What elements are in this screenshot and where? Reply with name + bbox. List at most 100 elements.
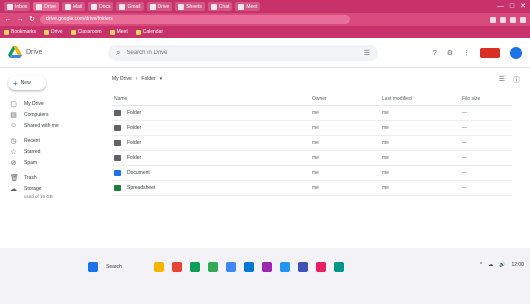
browser-tab[interactable]: Drive [146, 2, 173, 11]
search-input[interactable] [126, 50, 327, 56]
chevron-down-icon[interactable]: ▾ [160, 76, 163, 82]
sidebar-item-recent[interactable]: ◷ Recent [0, 135, 98, 146]
breadcrumb-item[interactable]: Folder [141, 76, 155, 82]
cloud-icon: ☁ [10, 185, 17, 193]
table-row[interactable]: Spreadsheet me me — [112, 181, 512, 196]
reload-icon[interactable]: ↻ [28, 15, 36, 24]
tray-chevron-icon[interactable]: ^ [480, 262, 482, 268]
bookmark-item[interactable]: Calendar [135, 29, 164, 35]
view-controls: ☰ ⓘ [499, 75, 520, 85]
clock[interactable]: 12:00 [511, 262, 524, 268]
app-icon[interactable] [334, 262, 344, 272]
table-row[interactable]: Document me me — [112, 166, 512, 181]
bookmark-item[interactable]: Bookmarks [4, 29, 36, 35]
app-icon[interactable] [316, 262, 326, 272]
tab-favicon-icon [7, 3, 13, 10]
table-row[interactable]: Folder me me — [112, 136, 512, 151]
start-icon[interactable] [88, 262, 98, 272]
column-header[interactable]: Last modified [382, 96, 462, 102]
file-size: — [462, 110, 467, 116]
browser-tab[interactable]: Meet [235, 2, 261, 11]
list-view-icon[interactable]: ☰ [499, 75, 505, 85]
browser-tab[interactable]: Gmail [116, 2, 144, 11]
browser-tab-label: Docs [99, 3, 111, 10]
profile-icon[interactable] [520, 16, 526, 23]
file-name: Spreadsheet [127, 185, 156, 191]
starred-icon: ☆ [10, 148, 17, 156]
column-header[interactable]: Owner [312, 96, 382, 102]
bookmark-item[interactable]: Drive [44, 29, 63, 35]
sidebar-item-shared-with-me[interactable]: ☺ Shared with me [0, 120, 98, 131]
photos-icon[interactable] [262, 262, 272, 272]
mail-icon[interactable] [244, 262, 254, 272]
storage-usage-text: used of 15 GB [24, 194, 53, 199]
browser-tab[interactable]: Drive [33, 2, 59, 11]
taskbar-search[interactable]: Search [106, 264, 146, 270]
account-badge[interactable] [480, 48, 500, 58]
table-row[interactable]: Folder me me — [112, 106, 512, 121]
close-icon[interactable]: ✕ [520, 2, 526, 11]
browser-tab[interactable]: Chat [207, 2, 233, 11]
main-content: My Drive › Folder ▾ ☰ ⓘ Name Owner Last modif… [100, 68, 530, 248]
address-bar: ← → ↻ drive.google.com/drive/folders [0, 13, 530, 26]
minimize-icon[interactable]: — [497, 2, 504, 11]
file-name-cell: Folder [112, 140, 312, 146]
edge-icon[interactable] [190, 262, 200, 272]
store-icon[interactable] [226, 262, 236, 272]
sidebar-item-storage[interactable]: ☁ Storage [0, 183, 98, 194]
help-icon[interactable]: ? [433, 50, 437, 57]
file-name-cell: Folder [112, 125, 312, 131]
back-icon[interactable]: ← [4, 15, 12, 24]
table-row[interactable]: Folder me me — [112, 151, 512, 166]
forward-icon[interactable]: → [16, 15, 24, 24]
file-name-cell: Spreadsheet [112, 185, 312, 191]
avatar[interactable] [510, 47, 522, 59]
bookmark-label: Calendar [142, 29, 164, 35]
url-field[interactable]: drive.google.com/drive/folders [40, 15, 350, 24]
file-size: — [462, 125, 467, 131]
file-owner: me [312, 110, 319, 116]
maximize-icon[interactable]: □ [510, 2, 514, 11]
apps-icon[interactable]: ⋮ [463, 49, 470, 57]
app-icon[interactable] [280, 262, 290, 272]
sidebar-item-label: My Drive [24, 100, 44, 107]
extension-icon[interactable] [500, 16, 506, 23]
drive-logo[interactable]: Drive [8, 46, 42, 58]
sidebar-item-starred[interactable]: ☆ Starred [0, 146, 98, 157]
app-icon[interactable] [298, 262, 308, 272]
table-row[interactable]: Folder me me — [112, 121, 512, 136]
new-button[interactable]: + New [8, 76, 46, 90]
bookmarks-bar: Bookmarks Drive Classroom Meet Calendar [0, 26, 530, 38]
folder-icon [114, 110, 121, 116]
info-icon[interactable]: ⓘ [513, 75, 520, 85]
browser-tab[interactable]: Mail [61, 2, 86, 11]
browser-tab[interactable]: Sheets [175, 2, 205, 11]
column-header[interactable]: File size [462, 96, 512, 102]
sidebar-item-trash[interactable]: 🗑 Trash [0, 172, 98, 183]
file-explorer-icon[interactable] [154, 262, 164, 272]
volume-icon[interactable]: 🔊 [499, 262, 505, 268]
sidebar-item-my-drive[interactable]: ▢ My Drive [0, 98, 98, 109]
chrome-icon[interactable] [172, 262, 182, 272]
search-bar[interactable]: ⌕ ☰ [108, 45, 378, 61]
column-header[interactable]: Name [112, 96, 312, 102]
sidebar-item-label: Shared with me [24, 122, 59, 129]
sidebar-item-computers[interactable]: ▤ Computers [0, 109, 98, 120]
search-options-icon[interactable]: ☰ [364, 49, 370, 57]
bookmark-item[interactable]: Classroom [70, 29, 102, 35]
file-owner: me [312, 185, 319, 191]
settings-icon[interactable]: ⚙ [447, 49, 453, 57]
browser-tab[interactable]: Inbox [4, 2, 31, 11]
browser-tab[interactable]: Docs [88, 2, 114, 11]
sidebar-item-spam[interactable]: ⊘ Spam [0, 157, 98, 168]
extension-icon[interactable] [490, 16, 496, 23]
search-icon[interactable]: ⌕ [116, 48, 120, 58]
file-modified: me [382, 140, 389, 146]
bookmark-item[interactable]: Meet [109, 29, 128, 35]
computers-icon: ▤ [10, 111, 17, 119]
extension-icon[interactable] [510, 16, 516, 23]
chrome-icon[interactable] [208, 262, 218, 272]
breadcrumb-item[interactable]: My Drive [112, 76, 132, 82]
onedrive-icon[interactable]: ☁ [488, 262, 493, 268]
file-modified: me [382, 125, 389, 131]
